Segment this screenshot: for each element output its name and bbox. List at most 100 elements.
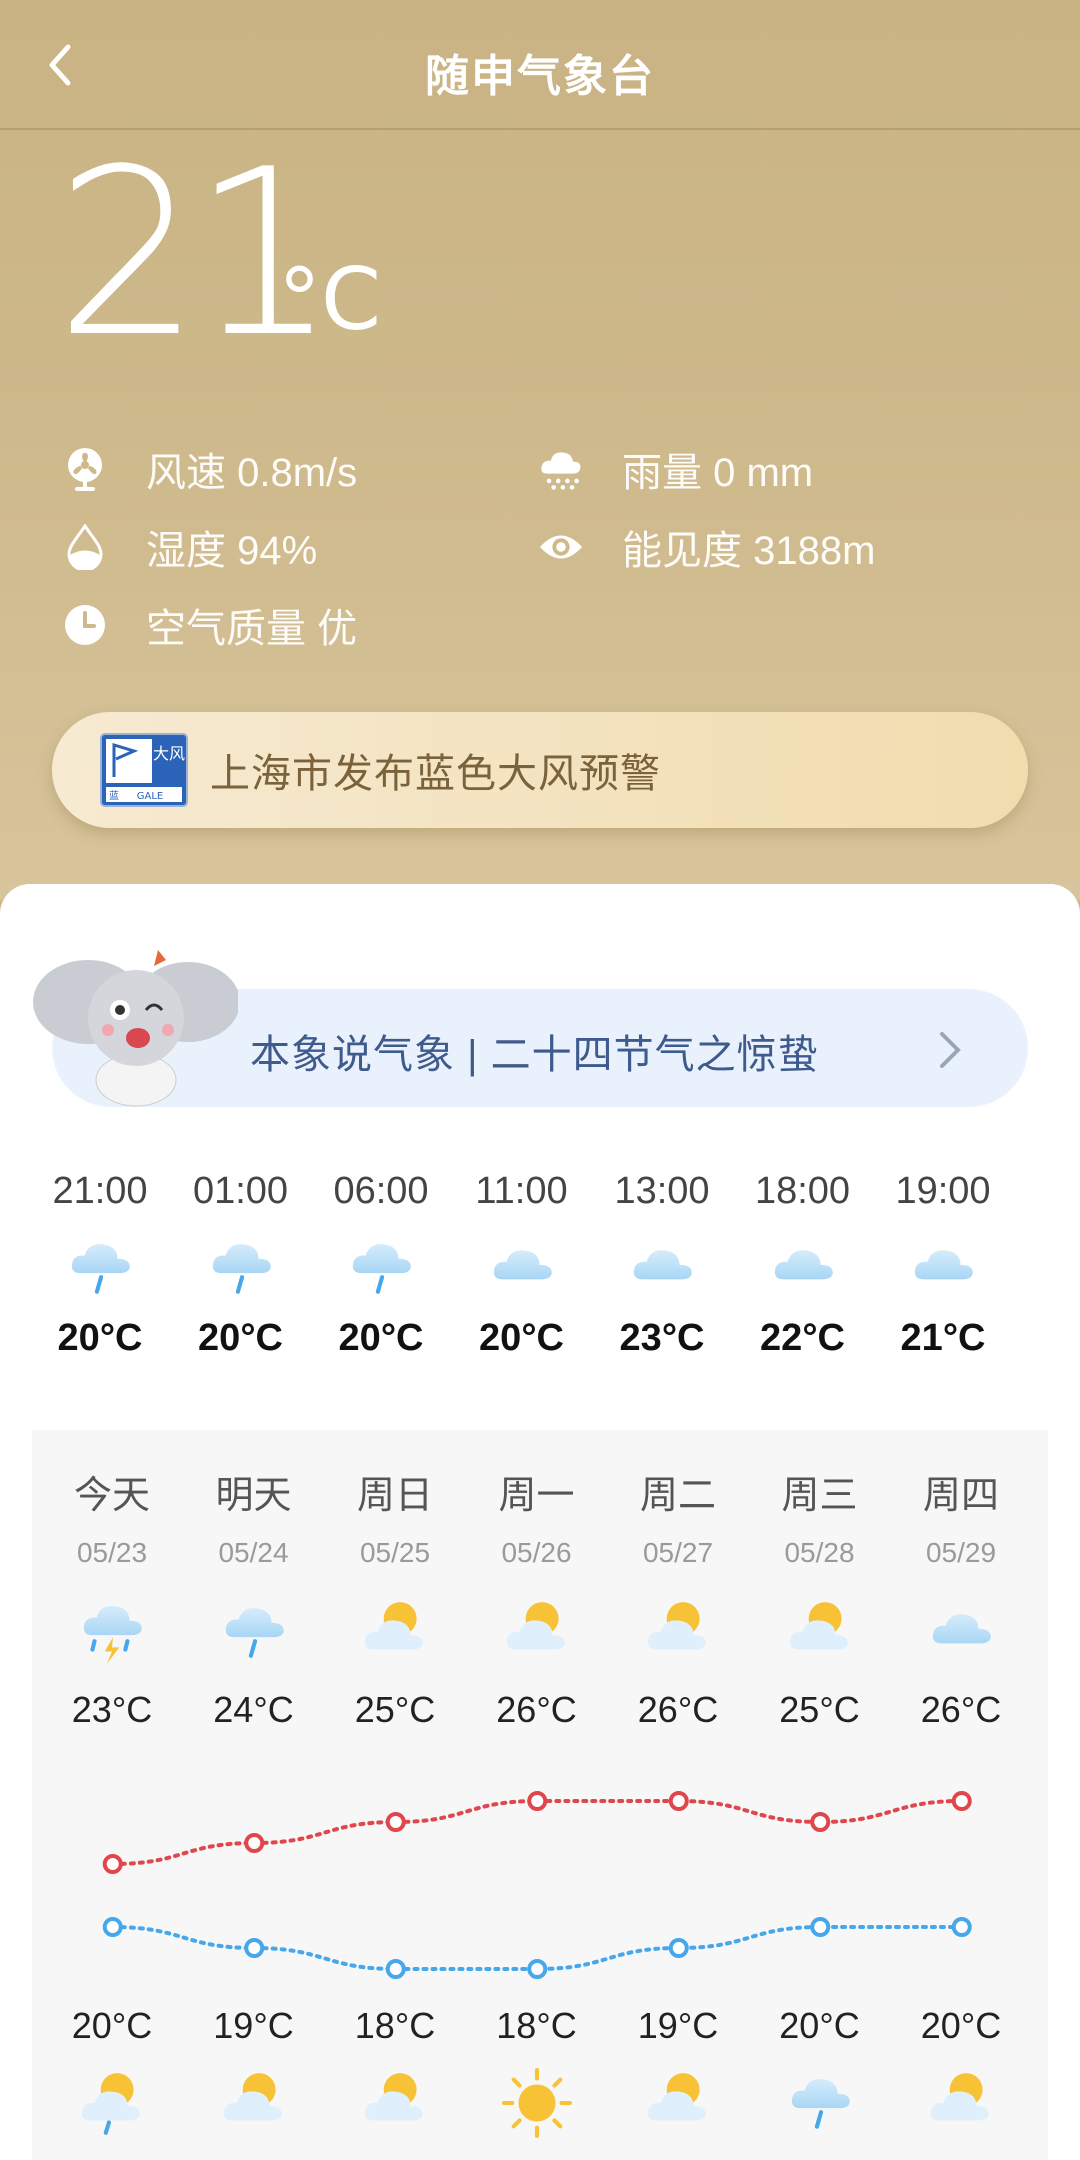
hour-time: 01:00 (192, 1170, 289, 1212)
drop-icon (62, 524, 108, 570)
air-quality: 空气质量 优 (62, 596, 357, 654)
gale-warning-icon: 大风 GALE 蓝 (100, 733, 188, 807)
air-quality-text: 空气质量 优 (146, 607, 358, 651)
visibility-text: 能见度 3188m (622, 529, 876, 573)
day-date: 05/26 (501, 1537, 572, 1568)
day-high-temperature: 25°C (354, 1689, 436, 1730)
wind-speed-text: 风速 0.8m/s (146, 451, 358, 495)
cloud-icon (873, 1223, 1013, 1313)
daily-item: 明天 05/24 24°C 19°C (184, 1430, 324, 2160)
day-low-temperature: 19°C (213, 2005, 294, 2046)
svg-text:蓝: 蓝 (109, 790, 119, 802)
day-date: 05/28 (784, 1537, 855, 1568)
humidity: 湿度 94% (62, 518, 317, 576)
cloud-icon (592, 1223, 732, 1313)
hourly-item: 21:00 20°C (30, 1170, 170, 1360)
daily-item: 周二 05/27 26°C 19°C (608, 1430, 748, 2160)
day-name: 今天 (73, 1475, 150, 1517)
cloud-icon (891, 1587, 1031, 1677)
hour-temperature: 20°C (198, 1317, 283, 1359)
day-low-temperature: 20°C (779, 2005, 860, 2046)
hour-time: 19:00 (895, 1170, 991, 1212)
partly-cloudy-rain-icon (42, 2058, 182, 2148)
cloud-icon (452, 1223, 592, 1313)
page-title: 随申气象台 (425, 52, 655, 101)
partly-cloudy-icon (184, 2058, 324, 2148)
daily-item: 周一 05/26 26°C 18°C (467, 1430, 607, 2160)
alert-text: 上海市发布蓝色大风预警 (210, 752, 661, 796)
svg-text:大风: 大风 (153, 744, 185, 763)
rain-icon (311, 1223, 451, 1313)
day-low-temperature: 19°C (637, 2005, 719, 2046)
partly-cloudy-icon (891, 2058, 1031, 2148)
day-low-temperature: 20°C (71, 2005, 153, 2046)
rain-icon (184, 1587, 324, 1677)
visibility: 能见度 3188m (538, 518, 875, 576)
chevron-right-icon (938, 1030, 962, 1075)
hour-time: 06:00 (333, 1170, 429, 1212)
partly-cloudy-icon (467, 1587, 607, 1677)
eye-icon (538, 524, 584, 570)
hour-time: 11:00 (475, 1170, 568, 1212)
humidity-text: 湿度 94% (146, 529, 318, 573)
rain-icon (750, 2058, 890, 2148)
day-date: 05/24 (218, 1537, 289, 1568)
hour-time: 21:00 (52, 1170, 148, 1212)
partly-cloudy-icon (325, 2058, 465, 2148)
hour-temperature: 23°C (619, 1317, 705, 1359)
partly-cloudy-icon (325, 1587, 465, 1677)
daily-item: 周三 05/28 25°C 20°C (750, 1430, 890, 2160)
hourly-forecast: 21:00 20°C 01:00 20°C 06:00 20°C 11:00 2… (30, 1170, 1050, 1390)
hourly-item: 13:00 23°C (592, 1170, 732, 1360)
hour-time: 13:00 (614, 1170, 710, 1212)
day-date: 05/25 (359, 1537, 431, 1568)
day-date: 05/27 (642, 1537, 714, 1568)
day-name: 明天 (215, 1475, 292, 1517)
rain-cloud-icon (538, 446, 584, 492)
day-high-temperature: 26°C (496, 1689, 577, 1730)
cloud-icon (733, 1223, 873, 1313)
svg-text:GALE: GALE (137, 791, 163, 802)
hour-temperature: 20°C (479, 1317, 564, 1359)
day-low-temperature: 18°C (354, 2005, 436, 2046)
thunder-rain-icon (42, 1587, 182, 1677)
daily-item: 周四 05/29 26°C 20°C (891, 1430, 1031, 2160)
rainfall: 雨量 0 mm (538, 440, 813, 498)
wind-speed: 风速 0.8m/s (62, 440, 357, 498)
hour-temperature: 22°C (760, 1317, 845, 1359)
day-high-temperature: 26°C (637, 1689, 719, 1730)
weather-alert-banner[interactable]: 大风 GALE 蓝 上海市发布蓝色大风预警 (52, 712, 1028, 828)
daily-forecast: 今天 05/23 23°C 20°C 明天 05/24 24°C 19°C 周日… (32, 1430, 1048, 2160)
rainfall-text: 雨量 0 mm (622, 451, 814, 495)
day-name: 周二 (639, 1475, 716, 1517)
day-name: 周一 (498, 1475, 575, 1517)
day-low-temperature: 18°C (496, 2005, 577, 2046)
day-high-temperature: 26°C (920, 1689, 1002, 1730)
elephant-mascot-icon (28, 930, 240, 1110)
daily-item: 今天 05/23 23°C 20°C (42, 1430, 182, 2160)
hourly-item: 19:00 21°C (873, 1170, 1013, 1360)
hour-time: 18:00 (754, 1170, 851, 1212)
hourly-item: 18:00 22°C (733, 1170, 873, 1360)
hourly-item: 01:00 20°C (171, 1170, 311, 1360)
partly-cloudy-icon (608, 1587, 748, 1677)
knowledge-text: 本象说气象 | 二十四节气之惊蛰 (250, 1033, 819, 1077)
clock-icon (62, 602, 108, 648)
day-date: 05/23 (76, 1537, 148, 1568)
hour-temperature: 20°C (57, 1317, 143, 1359)
partly-cloudy-icon (608, 2058, 748, 2148)
rain-icon (171, 1223, 311, 1313)
day-name: 周四 (922, 1475, 999, 1517)
temperature-unit: °C (278, 250, 382, 350)
day-high-temperature: 23°C (71, 1689, 153, 1730)
day-name: 周日 (356, 1475, 433, 1517)
fan-icon (62, 446, 108, 492)
hourly-item: 06:00 20°C (311, 1170, 451, 1360)
day-date: 05/29 (925, 1537, 997, 1568)
partly-cloudy-icon (750, 1587, 890, 1677)
hourly-item: 11:00 20°C (452, 1170, 592, 1360)
day-name: 周三 (781, 1475, 858, 1517)
nav-bar: 随申气象台 (0, 0, 1080, 130)
daily-item: 周日 05/25 25°C 18°C (325, 1430, 465, 2160)
hour-temperature: 20°C (338, 1317, 424, 1359)
